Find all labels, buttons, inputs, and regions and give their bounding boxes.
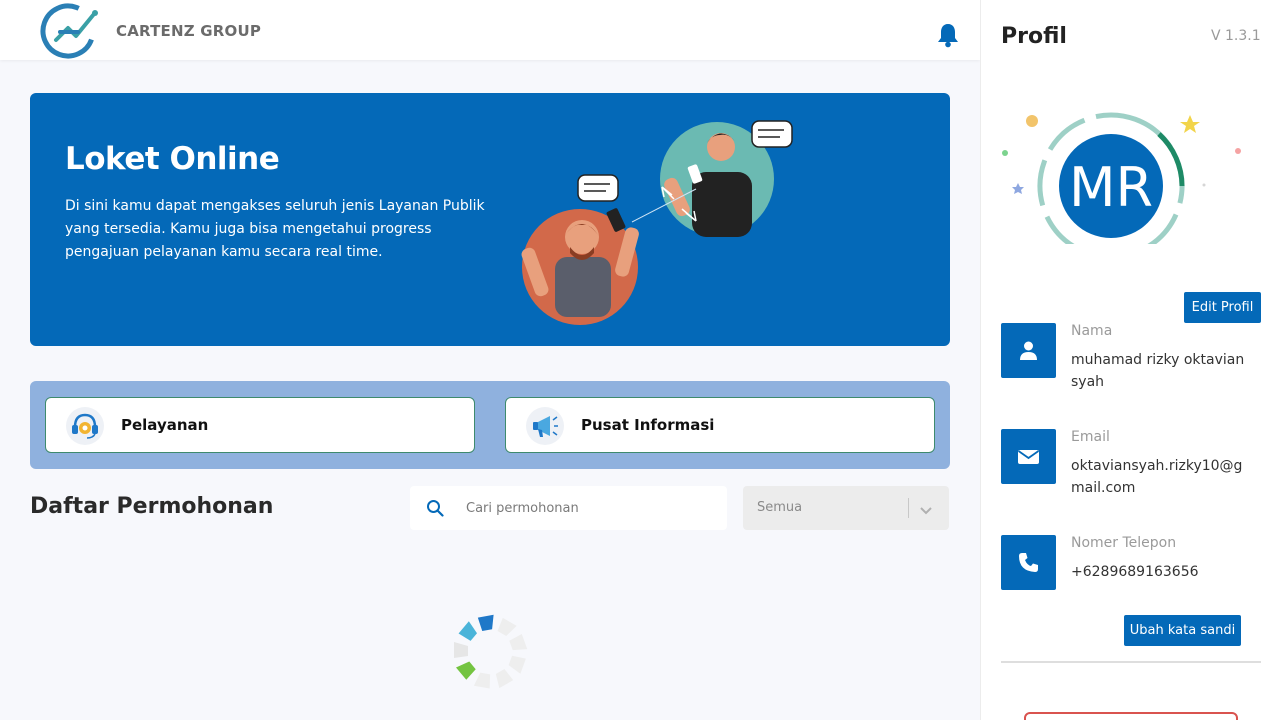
- avatar: MR: [1001, 104, 1261, 260]
- field-label: Nomer Telepon: [1071, 535, 1177, 551]
- section-title: Daftar Permohonan: [30, 494, 274, 519]
- logout-button[interactable]: [1024, 712, 1238, 720]
- app-version: V 1.3.1: [1211, 28, 1261, 44]
- notification-bell-icon[interactable]: [936, 22, 960, 48]
- chevron-down-icon: [919, 502, 933, 515]
- banner-title: Loket Online: [65, 141, 280, 177]
- divider: [1001, 661, 1261, 663]
- menu-label-pusat-informasi: Pusat Informasi: [581, 416, 715, 434]
- customer-service-icon: [66, 407, 104, 445]
- hero-banner: Loket Online Di sini kamu dapat mengakse…: [30, 93, 950, 346]
- field-value: muhamad rizky oktaviansyah: [1071, 352, 1245, 390]
- phone-icon: [1001, 535, 1056, 590]
- edit-profile-button[interactable]: Edit Profil: [1184, 292, 1261, 323]
- search-icon: [426, 499, 444, 517]
- envelope-icon: [1001, 429, 1056, 484]
- field-value: +6289689163656: [1071, 564, 1199, 580]
- banner-description: Di sini kamu dapat mengakses seluruh jen…: [65, 198, 485, 260]
- filter-select[interactable]: Semua: [743, 486, 949, 530]
- field-value: oktaviansyah.rizky10@gmail.com: [1071, 458, 1243, 496]
- chat-illustration: [520, 117, 800, 327]
- loading-spinner-icon: [450, 612, 530, 692]
- top-header: CARTENZ GROUP: [0, 0, 980, 60]
- profile-panel: Profil V 1.3.1 MR Edit Profil Nama muham…: [980, 0, 1280, 720]
- change-password-button[interactable]: Ubah kata sandi: [1124, 615, 1241, 646]
- field-label: Nama: [1071, 323, 1113, 339]
- filter-select-value: Semua: [757, 500, 803, 515]
- menu-card-pusat-informasi[interactable]: Pusat Informasi: [505, 397, 935, 453]
- search-box: [410, 486, 727, 530]
- search-input[interactable]: [466, 496, 716, 520]
- field-label: Email: [1071, 429, 1110, 445]
- user-icon: [1001, 323, 1056, 378]
- brand-name: CARTENZ GROUP: [116, 22, 262, 40]
- menu-panel: Pelayanan Pusat Informasi: [30, 381, 950, 469]
- menu-label-pelayanan: Pelayanan: [121, 416, 209, 434]
- megaphone-icon: [526, 407, 564, 445]
- menu-card-pelayanan[interactable]: Pelayanan: [45, 397, 475, 453]
- avatar-initials: MR: [1069, 156, 1153, 219]
- company-logo[interactable]: [38, 0, 102, 60]
- profile-title: Profil: [1001, 24, 1067, 49]
- select-separator: [908, 498, 909, 518]
